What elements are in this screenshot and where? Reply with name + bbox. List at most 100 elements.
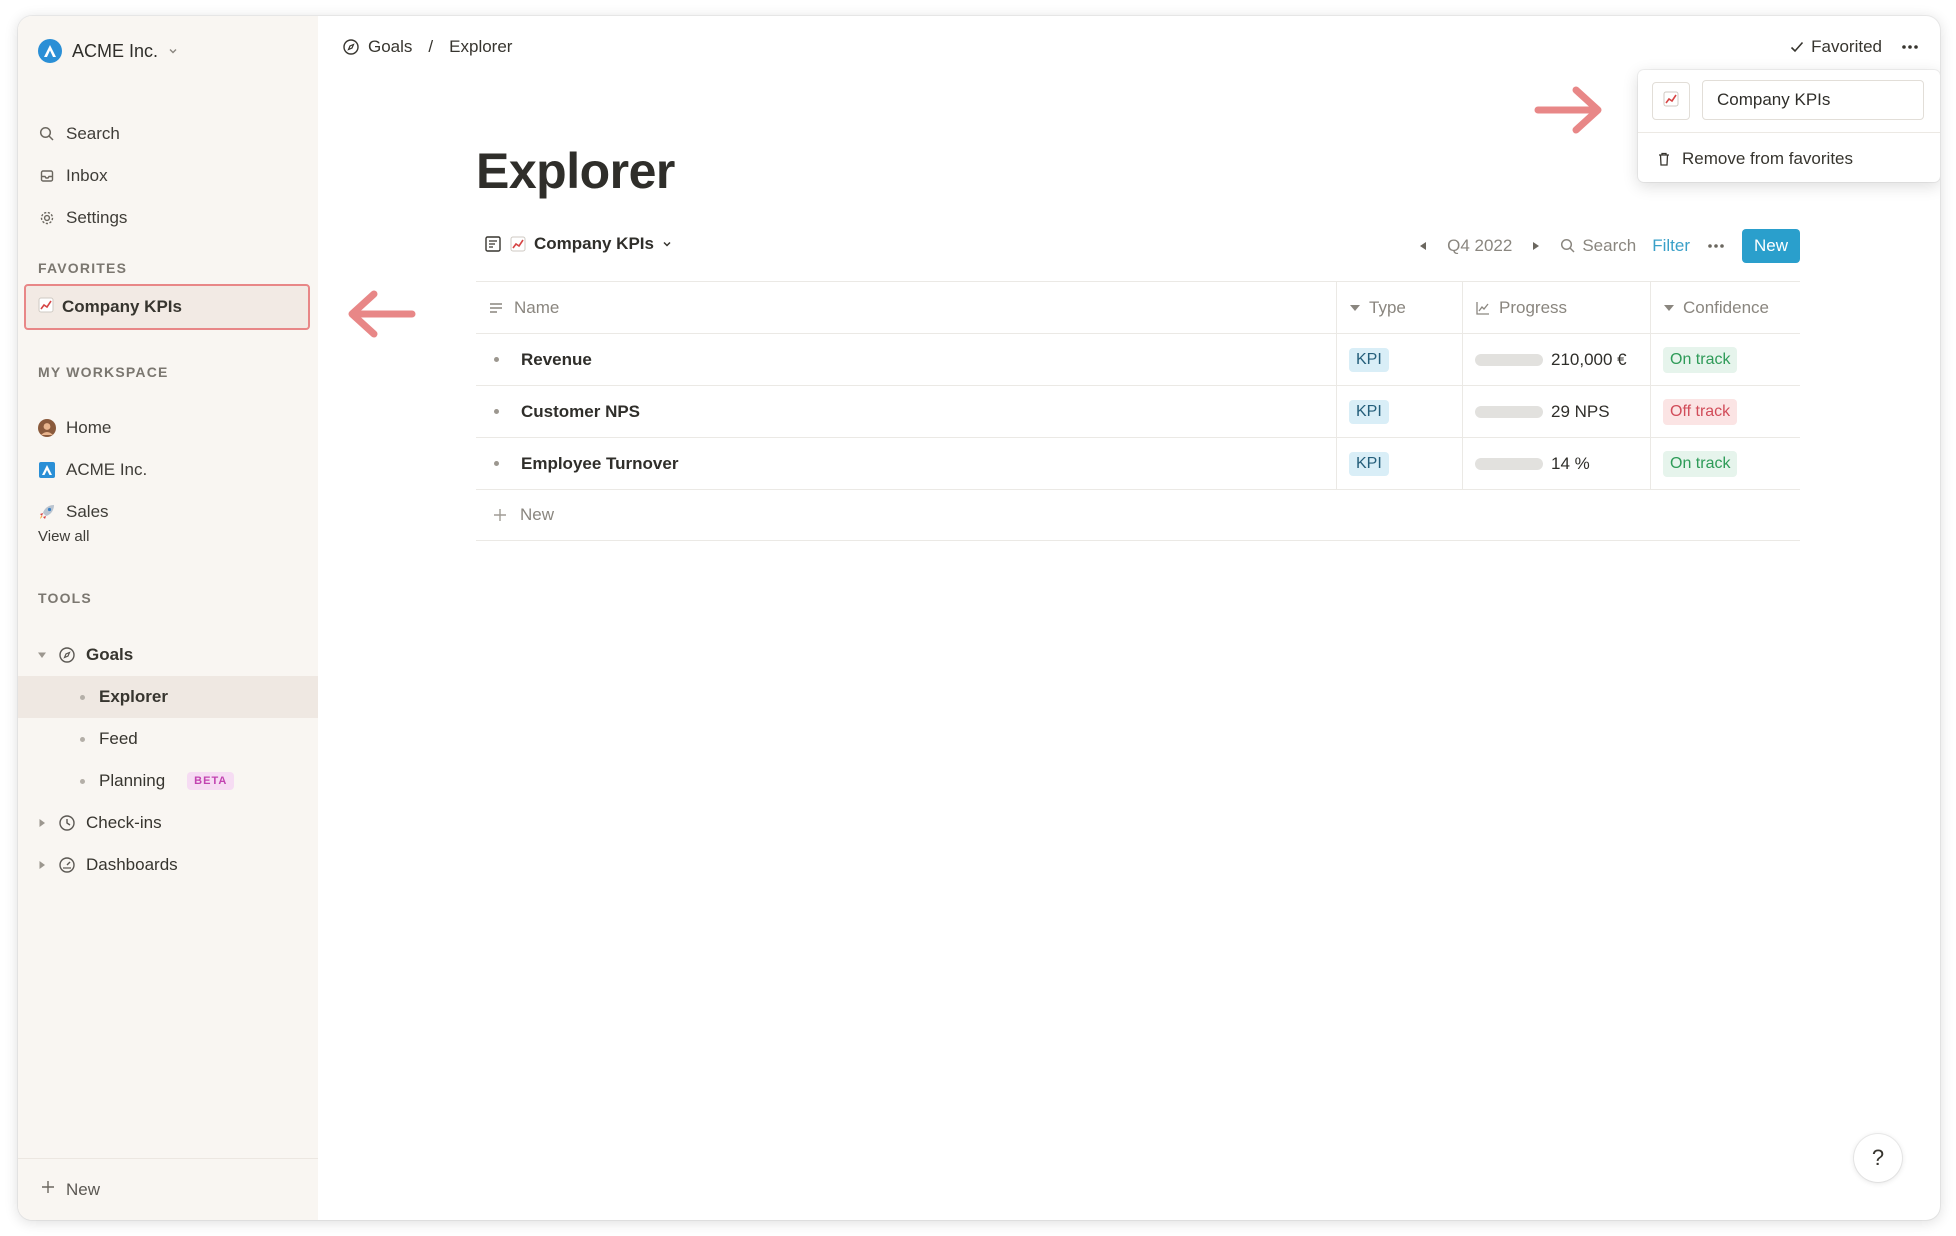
chevron-down-icon (169, 49, 177, 54)
gauge-icon (58, 856, 76, 874)
breadcrumb-explorer[interactable]: Explorer (449, 37, 512, 57)
status-badge: On track (1663, 450, 1738, 477)
sidebar-item-home[interactable]: Home (32, 410, 304, 446)
new-item-button[interactable]: New (1741, 229, 1800, 263)
sidebar-item-feed[interactable]: Feed (18, 718, 318, 760)
search-icon (38, 125, 56, 143)
previous-period-icon[interactable] (1415, 238, 1431, 254)
add-row-button[interactable]: New (476, 490, 1800, 541)
chevron-down-icon (663, 241, 671, 247)
emoji-picker-button[interactable] (1652, 82, 1690, 120)
table-view-icon (484, 235, 502, 253)
progress-bar (1475, 457, 1543, 470)
text-lines-icon (490, 302, 502, 313)
favorited-button[interactable]: Favorited (1789, 37, 1882, 57)
sidebar-item-search[interactable]: Search (32, 116, 304, 152)
line-chart-icon (1476, 301, 1489, 315)
help-button[interactable]: ? (1854, 1134, 1902, 1182)
column-header-confidence[interactable]: Confidence (1650, 282, 1800, 333)
bullet-dot (494, 461, 499, 466)
sidebar-item-label: Planning (99, 771, 166, 790)
workspace-name: ACME Inc. (72, 40, 159, 61)
bullet-dot (80, 778, 85, 784)
next-period-icon[interactable] (1528, 238, 1544, 254)
view-all-link[interactable]: View all (38, 528, 89, 545)
row-progress-cell[interactable]: 14 % (1462, 438, 1650, 489)
sidebar-item-planning[interactable]: Planning BETA (18, 760, 318, 802)
top-right-actions: Favorited (1789, 32, 1920, 62)
more-icon[interactable] (1900, 37, 1920, 57)
table-row[interactable]: Employee Turnover KPI 14 % On track (476, 438, 1800, 490)
caret-down-icon[interactable] (36, 649, 48, 661)
sidebar-item-label: Sales (66, 502, 109, 521)
plus-icon (40, 1179, 56, 1200)
annotation-arrow-left-icon (345, 287, 419, 341)
row-type-cell[interactable]: KPI (1336, 386, 1462, 437)
sidebar-item-label: ACME Inc. (66, 460, 148, 479)
status-badge: Off track (1663, 398, 1738, 425)
favorite-name-input[interactable] (1702, 80, 1924, 120)
row-name-cell[interactable]: Employee Turnover (476, 438, 1336, 489)
sidebar-item-goals[interactable]: Goals (18, 634, 318, 676)
row-confidence-cell[interactable]: Off track (1650, 386, 1800, 437)
sidebar-item-explorer[interactable]: Explorer (18, 676, 318, 718)
sidebar-item-dashboards[interactable]: Dashboards (18, 844, 318, 886)
annotation-arrow-right-icon (1531, 83, 1605, 137)
caret-right-icon[interactable] (36, 817, 48, 829)
sidebar-item-label: Search (66, 124, 120, 143)
caret-right-icon[interactable] (36, 859, 48, 871)
column-label: Confidence (1683, 297, 1770, 317)
inbox-icon (38, 167, 56, 185)
progress-value: 210,000 € (1551, 349, 1627, 369)
workspace-switcher[interactable]: ACME Inc. (32, 34, 184, 68)
column-label: Progress (1499, 297, 1568, 317)
select-caret-icon (1664, 304, 1674, 311)
database-title-button[interactable]: Company KPIs (484, 234, 672, 254)
column-header-progress[interactable]: Progress (1462, 282, 1650, 333)
period-label[interactable]: Q4 2022 (1447, 236, 1512, 256)
remove-from-favorites-button[interactable]: Remove from favorites (1656, 146, 1853, 172)
sidebar-item-label: Goals (86, 645, 134, 664)
column-label: Type (1369, 297, 1406, 317)
row-name-cell[interactable]: Revenue (476, 334, 1336, 385)
database-title: Company KPIs (534, 234, 654, 253)
row-name: Customer NPS (521, 401, 641, 421)
clock-icon (58, 814, 76, 832)
more-icon[interactable] (1706, 236, 1726, 256)
sidebar-item-company-kpis[interactable]: Company KPIs (24, 284, 310, 330)
database-search-button[interactable]: Search (1560, 236, 1636, 256)
row-confidence-cell[interactable]: On track (1650, 438, 1800, 489)
progress-bar (1475, 405, 1543, 418)
bullet-dot (494, 409, 499, 414)
row-confidence-cell[interactable]: On track (1650, 334, 1800, 385)
chart-emoji-icon (38, 297, 54, 318)
beta-badge: BETA (187, 772, 235, 790)
row-progress-cell[interactable]: 210,000 € (1462, 334, 1650, 385)
sidebar: ACME Inc. Search Inbox Settings FAVORITE… (18, 16, 318, 1220)
row-name-cell[interactable]: Customer NPS (476, 386, 1336, 437)
sidebar-item-acme[interactable]: ACME Inc. (32, 452, 304, 488)
table-header-row: Name Type Progress Confidence (476, 281, 1800, 334)
sidebar-item-sales[interactable]: Sales (32, 494, 304, 530)
favorited-label: Favorited (1811, 37, 1882, 56)
table-row[interactable]: Customer NPS KPI 29 NPS Off track (476, 386, 1800, 438)
column-header-name[interactable]: Name (476, 282, 1336, 333)
table-row[interactable]: Revenue KPI 210,000 € On track (476, 334, 1800, 386)
select-caret-icon (1350, 304, 1360, 311)
sidebar-item-check-ins[interactable]: Check-ins (18, 802, 318, 844)
type-tag: KPI (1349, 347, 1389, 372)
breadcrumb-separator: / (428, 37, 434, 56)
search-icon (1561, 238, 1575, 253)
breadcrumb-goals[interactable]: Goals (368, 37, 412, 57)
filter-button[interactable]: Filter (1652, 236, 1690, 256)
add-row-content: New (476, 490, 554, 540)
row-progress-cell[interactable]: 29 NPS (1462, 386, 1650, 437)
sidebar-item-inbox[interactable]: Inbox (32, 158, 304, 194)
row-type-cell[interactable]: KPI (1336, 334, 1462, 385)
sidebar-new-button[interactable]: New (18, 1158, 318, 1220)
breadcrumb: Goals / Explorer (342, 32, 512, 62)
sidebar-item-settings[interactable]: Settings (32, 200, 304, 236)
column-header-type[interactable]: Type (1336, 282, 1462, 333)
row-name: Revenue (521, 349, 592, 369)
row-type-cell[interactable]: KPI (1336, 438, 1462, 489)
